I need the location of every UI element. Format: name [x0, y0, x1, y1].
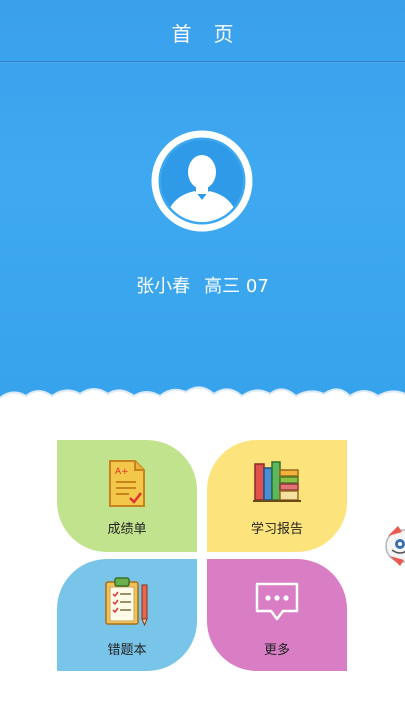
books-icon	[253, 461, 301, 502]
student-name: 张小春	[136, 276, 191, 297]
avatar-icon[interactable]	[151, 130, 253, 232]
tile-study-report[interactable]: 学习报告	[207, 440, 347, 552]
tile-label-study-report: 学习报告	[250, 522, 303, 537]
svg-text:A+: A+	[115, 467, 129, 477]
student-class: 高三 07	[204, 276, 269, 297]
top-bar: 首页	[0, 0, 405, 62]
floating-assistant-icon[interactable]	[376, 518, 405, 574]
tile-more[interactable]: 更多	[207, 559, 347, 671]
chat-bubble-dots-icon	[255, 582, 299, 621]
tile-label-more: 更多	[263, 643, 290, 658]
tile-label-mistake-book: 错题本	[107, 643, 147, 658]
tile-report-card[interactable]: A+ 成绩单	[57, 440, 197, 552]
clipboard-checklist-icon	[105, 577, 148, 627]
profile-header: 首页 张小春 高三 07	[0, 0, 405, 420]
tile-label-report-card: 成绩单	[107, 522, 147, 537]
user-info: 张小春 高三 07	[0, 272, 405, 298]
report-card-icon: A+	[109, 460, 145, 507]
cloud-divider	[0, 386, 405, 440]
tile-mistake-book[interactable]: 错题本	[57, 559, 197, 671]
page-title: 首页	[171, 22, 256, 46]
